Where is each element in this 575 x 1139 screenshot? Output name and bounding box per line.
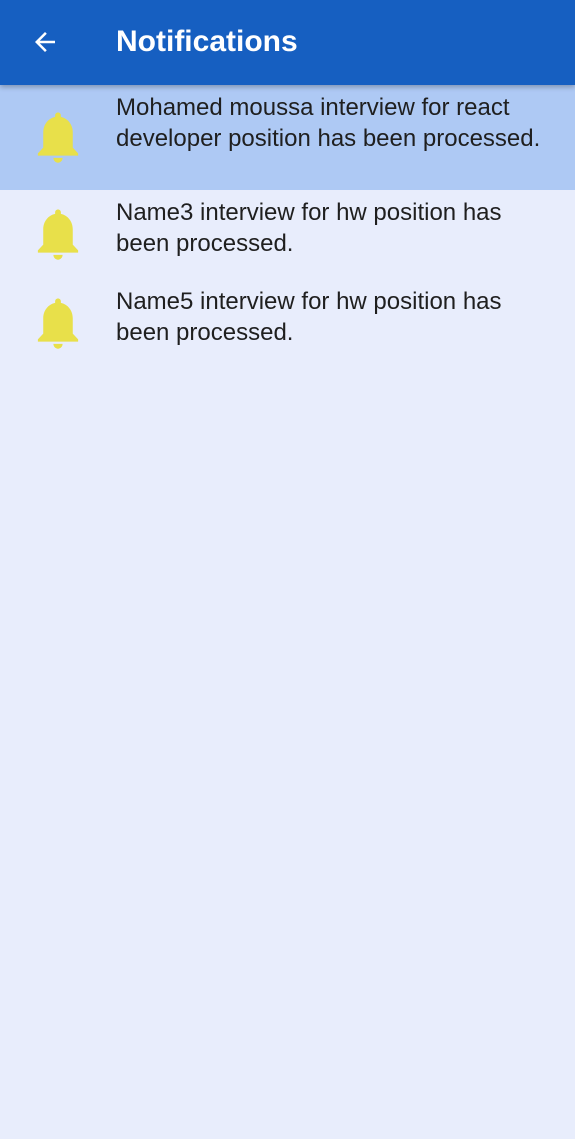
notification-text: Name3 interview for hw position has been… [116, 199, 502, 257]
page-title: Notifications [116, 25, 298, 58]
notification-item[interactable]: Name3 interview for hw position has been… [0, 190, 575, 279]
bell-icon [37, 112, 79, 163]
back-button[interactable] [22, 20, 68, 64]
bell-icon [37, 298, 79, 349]
bell-icon [37, 209, 79, 260]
notification-list: Mohamed moussa interview for react devel… [0, 85, 575, 368]
arrow-left-icon [35, 32, 55, 52]
notification-item[interactable]: Mohamed moussa interview for react devel… [0, 85, 575, 190]
notification-text: Name5 interview for hw position has been… [116, 288, 502, 346]
app-bar: Notifications [0, 0, 575, 85]
notification-text: Mohamed moussa interview for react devel… [116, 94, 541, 152]
notification-item[interactable]: Name5 interview for hw position has been… [0, 279, 575, 368]
